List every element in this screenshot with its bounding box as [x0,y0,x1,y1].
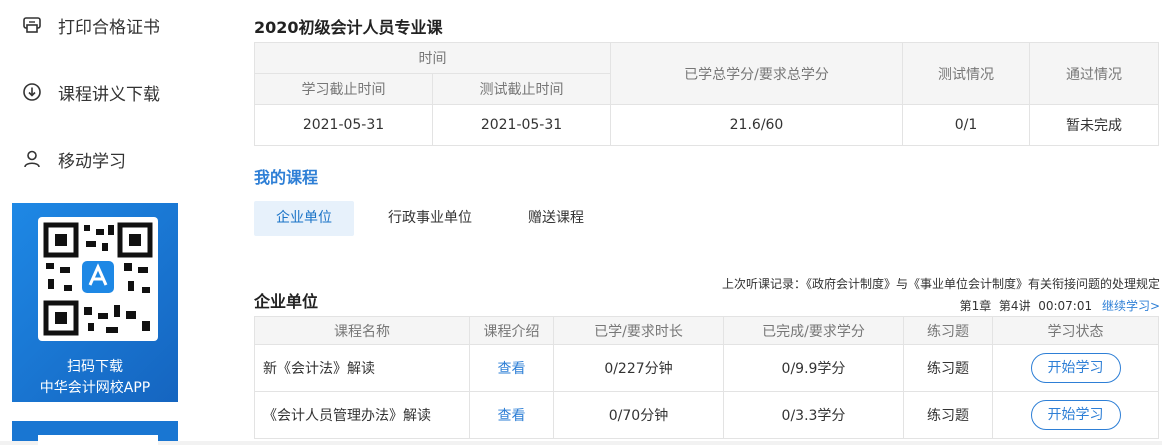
test-status-header: 测试情况 [902,42,1030,105]
tab-gift-courses[interactable]: 赠送课程 [506,201,606,236]
main-content: 2020初级会计人员专业课 时间 已学总学分/要求总学分 测试情况 通过情况 学… [202,0,1162,441]
exercise-link[interactable]: 练习题 [903,344,993,392]
sidebar-item-label: 课程讲义下载 [58,84,160,105]
tab-enterprise[interactable]: 企业单位 [254,201,354,236]
sidebar-item-label: 移动学习 [58,151,126,172]
course-name: 《会计人员管理办法》解读 [254,391,470,439]
time-header: 时间 [254,42,611,74]
last-record-chapter: 第1章 第4讲 00:07:01 [959,299,1093,313]
exercise-header: 练习题 [903,316,993,345]
start-learning-button[interactable]: 开始学习 [1030,353,1121,383]
last-record-line: 上次听课记录：《政府会计制度》与《事业单位会计制度》有关衔接问题的处理规定 [721,277,1160,291]
last-record-position: 第1章 第4讲 00:07:01 继续学习> [960,297,1160,314]
program-title: 2020初级会计人员专业课 [254,18,443,37]
sidebar-item-label: 打印合格证书 [58,17,160,38]
sidebar-item-mobile-learning[interactable]: 移动学习 [22,144,126,174]
sidebar-item-download-notes[interactable]: 课程讲义下载 [22,77,160,107]
duration-value: 0/227分钟 [553,344,724,392]
credits-header: 已学总学分/要求总学分 [610,42,903,105]
course-name: 新《会计法》解读 [254,344,470,392]
sidebar: 打印合格证书 课程讲义下载 移动学习 扫码下载 中华会计网校APP [0,0,202,445]
course-section-title: 企业单位 [254,292,319,311]
user-icon [22,149,42,169]
qr-caption-line1: 扫码下载 [67,359,123,375]
app-download-qr-panel: 扫码下载 中华会计网校APP [12,203,178,402]
start-learning-button[interactable]: 开始学习 [1030,400,1121,430]
test-deadline-header: 测试截止时间 [432,73,611,105]
summary-table: 时间 已学总学分/要求总学分 测试情况 通过情况 学习截止时间 测试截止时间 2… [254,42,1159,146]
printer-icon [22,15,42,35]
pass-status-header: 通过情况 [1029,42,1159,105]
credits-value: 21.6/60 [610,104,903,146]
credits-value: 0/3.3学分 [723,391,904,439]
table-row: 《会计人员管理办法》解读 查看 0/70分钟 0/3.3学分 练习题 开始学习 [254,391,1159,439]
download-circle-icon [22,82,42,102]
status-header: 学习状态 [992,316,1159,345]
course-tabs: 企业单位 行政事业单位 赠送课程 [254,201,606,236]
test-deadline-value: 2021-05-31 [432,104,611,146]
table-row: 新《会计法》解读 查看 0/227分钟 0/9.9学分 练习题 开始学习 [254,344,1159,392]
duration-value: 0/70分钟 [553,391,724,439]
study-deadline-header: 学习截止时间 [254,73,433,105]
qr-code [38,217,158,341]
course-table: 课程名称 课程介绍 已学/要求时长 已完成/要求学分 练习题 学习状态 新《会计… [254,316,1159,439]
test-status-value: 0/1 [902,104,1030,146]
qr-caption-line2: 中华会计网校APP [39,380,151,396]
pass-status-value: 暂未完成 [1029,104,1159,146]
my-courses-title: 我的课程 [254,168,319,187]
duration-header: 已学/要求时长 [553,316,724,345]
tab-government[interactable]: 行政事业单位 [366,201,494,236]
sidebar-item-print-certificate[interactable]: 打印合格证书 [22,10,160,40]
view-intro-link[interactable]: 查看 [498,361,526,377]
course-name-header: 课程名称 [254,316,470,345]
course-intro-header: 课程介绍 [469,316,554,345]
credits-value: 0/9.9学分 [723,344,904,392]
exercise-link[interactable]: 练习题 [903,391,993,439]
study-deadline-value: 2021-05-31 [254,104,433,146]
view-intro-link[interactable]: 查看 [498,408,526,424]
second-promo-panel [12,421,178,445]
continue-learning-link[interactable]: 继续学习> [1102,299,1160,313]
credits-header: 已完成/要求学分 [723,316,904,345]
